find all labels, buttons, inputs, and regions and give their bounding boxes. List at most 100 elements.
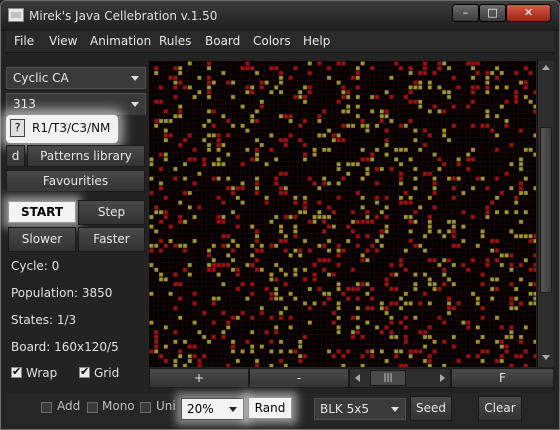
rule-d-button[interactable]: d <box>6 145 25 167</box>
cell <box>288 133 293 138</box>
zoom-out-button[interactable]: - <box>249 368 349 388</box>
cell <box>202 123 207 128</box>
cell <box>533 263 536 267</box>
cell <box>399 162 403 167</box>
menu-help[interactable]: Help <box>303 34 330 48</box>
cell <box>447 138 451 143</box>
mono-checkbox[interactable] <box>87 402 98 413</box>
horizontal-scrollbar[interactable]: ||| <box>349 368 451 388</box>
cell <box>336 195 341 200</box>
cell <box>211 123 216 128</box>
scroll-right-icon[interactable] <box>440 374 445 382</box>
vertical-scrollbar[interactable] <box>537 61 554 367</box>
cell <box>495 315 499 320</box>
scroll-up-icon[interactable] <box>542 65 550 70</box>
rule-help-button[interactable]: ? <box>10 119 25 137</box>
menu-colors[interactable]: Colors <box>253 34 291 48</box>
scroll-left-icon[interactable] <box>355 374 360 382</box>
rule-definition-text[interactable]: R1/T3/C3/NM <box>32 121 110 135</box>
cell-board-canvas[interactable] <box>149 61 536 367</box>
grid-checkbox[interactable] <box>79 365 90 378</box>
cell <box>375 200 379 205</box>
close-button[interactable]: ✕ <box>506 4 551 22</box>
cell <box>399 349 403 354</box>
cell <box>413 99 418 104</box>
cell <box>442 339 447 344</box>
cell <box>432 282 437 287</box>
cell <box>221 311 226 315</box>
cell <box>394 301 399 306</box>
cell <box>427 277 432 282</box>
cell <box>533 301 536 306</box>
cell <box>519 128 523 133</box>
cell <box>408 119 413 123</box>
cell <box>466 157 471 162</box>
cell <box>341 363 346 367</box>
zoom-in-button[interactable]: + <box>149 368 249 388</box>
cell <box>178 243 183 248</box>
cell <box>279 90 283 95</box>
cell <box>528 301 533 306</box>
uni-checkbox[interactable] <box>140 402 151 413</box>
slower-button[interactable]: Slower <box>8 227 76 252</box>
cell <box>346 296 351 301</box>
cell <box>370 109 375 114</box>
favourites-button[interactable]: Favourities <box>6 170 145 192</box>
cell <box>442 133 447 138</box>
cell <box>394 287 399 291</box>
start-button[interactable]: START <box>8 201 76 223</box>
cell <box>351 162 355 167</box>
cell <box>163 128 168 133</box>
density-select[interactable]: 20% <box>181 398 244 420</box>
horizontal-scroll-thumb[interactable]: ||| <box>370 370 406 386</box>
cell <box>322 267 327 272</box>
cell <box>192 239 197 243</box>
wrap-checkbox[interactable] <box>11 365 22 378</box>
menu-rules[interactable]: Rules <box>159 34 191 48</box>
rule-number-select[interactable]: 313 <box>6 93 146 115</box>
cell-board[interactable] <box>149 61 536 367</box>
cell <box>178 114 183 119</box>
step-button[interactable]: Step <box>78 200 145 225</box>
scroll-down-icon[interactable] <box>542 355 550 360</box>
cell <box>269 339 274 344</box>
vertical-scroll-thumb[interactable] <box>540 127 552 293</box>
fit-button[interactable]: F <box>451 368 554 388</box>
menu-view[interactable]: View <box>49 34 77 48</box>
cell <box>365 171 370 176</box>
cell <box>523 66 528 71</box>
cell <box>173 363 178 367</box>
menu-animation[interactable]: Animation <box>90 34 151 48</box>
add-checkbox[interactable] <box>41 402 52 413</box>
cell <box>413 349 418 354</box>
cell <box>437 61 442 66</box>
cell <box>427 258 432 263</box>
faster-button[interactable]: Faster <box>78 227 145 252</box>
cell <box>207 85 211 90</box>
cell <box>197 75 202 80</box>
cell <box>427 282 432 287</box>
minimize-button[interactable]: – <box>452 4 479 22</box>
cell <box>159 186 163 191</box>
rule-family-select[interactable]: Cyclic CA <box>6 67 146 89</box>
cell <box>351 315 355 320</box>
patterns-library-button[interactable]: Patterns library <box>27 145 145 167</box>
cell <box>495 75 499 80</box>
cell <box>384 195 389 200</box>
cell <box>207 95 211 99</box>
clear-button[interactable]: Clear <box>478 396 522 421</box>
title-bar[interactable]: Mirek's Java Cellebration v.1.50 – □ ✕ <box>1 1 559 31</box>
maximize-button[interactable]: □ <box>479 4 506 22</box>
rand-button[interactable]: Rand <box>248 397 292 419</box>
cell <box>336 301 341 306</box>
pattern-select[interactable]: BLK 5x5 <box>314 398 406 420</box>
cell <box>279 138 283 143</box>
cell <box>327 291 331 296</box>
seed-button[interactable]: Seed <box>410 396 452 421</box>
menu-file[interactable]: File <box>14 34 34 48</box>
cell <box>231 95 235 99</box>
cell <box>269 291 274 296</box>
menu-board[interactable]: Board <box>205 34 240 48</box>
cell <box>159 354 163 359</box>
cell <box>317 287 322 291</box>
